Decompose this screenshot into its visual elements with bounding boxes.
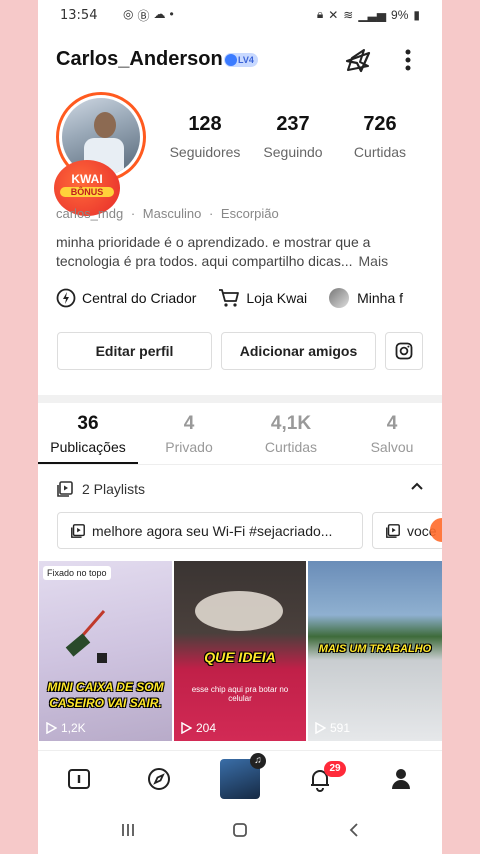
- level-badge[interactable]: LV4: [224, 53, 258, 67]
- playlist-icon: [386, 523, 400, 538]
- notification-count-badge: 29: [324, 761, 346, 777]
- post-views: 204: [180, 721, 216, 735]
- tab-private[interactable]: 4 Privado: [139, 413, 239, 455]
- shortcut-label: Loja Kwai: [246, 290, 308, 306]
- status-time: 13:54: [60, 8, 98, 23]
- tab-count: 4,1K: [270, 413, 312, 434]
- status-notification-icons: ◎ Ⓑ ☁ •: [123, 7, 174, 24]
- cloud-icon: ☁: [153, 7, 166, 21]
- stat-followers[interactable]: 128 Seguidores: [165, 113, 245, 160]
- shortcut-label: Minha f: [357, 290, 404, 306]
- stat-value: 237: [276, 113, 310, 135]
- cart-icon: [219, 289, 240, 307]
- tab-separator: [38, 464, 442, 465]
- tab-label: Curtidas: [264, 439, 318, 455]
- post-tile[interactable]: MAIS UM TRABALHO 591: [308, 561, 442, 741]
- stat-likes[interactable]: 726 Curtidas: [340, 113, 420, 160]
- playlist-chip-label: melhore agora seu Wi-Fi #sejacriado...: [92, 522, 333, 539]
- tab-count: 36: [77, 413, 99, 434]
- pinned-label: Fixado no topo: [43, 566, 111, 580]
- status-bar: 13:54 ◎ Ⓑ ☁ • 🔒︎ ✕ ≋ ▁▃▅ 9% ▮: [38, 0, 442, 30]
- more-options-icon[interactable]: [398, 44, 418, 76]
- post-caption: QUE IDEIA: [204, 649, 276, 665]
- dot-icon: •: [169, 7, 174, 21]
- chevron-up-icon[interactable]: [408, 478, 426, 496]
- bottom-navigation: ♫ 29: [38, 750, 442, 810]
- signal-icon: ▁▃▅: [358, 7, 387, 22]
- post-tile[interactable]: Fixado no topo MINI CAIXA DE SOM CASEIRO…: [39, 561, 172, 741]
- tab-label: Publicações: [50, 439, 126, 455]
- back-icon[interactable]: [346, 822, 362, 843]
- post-caption: MAIS UM TRABALHO: [318, 643, 432, 655]
- kwai-badge-line2: BÔNUS: [60, 187, 114, 197]
- profile-handle: carlos_mdg: [56, 206, 124, 221]
- section-divider: [38, 395, 442, 403]
- playlist-icon: [71, 523, 85, 538]
- phone-screen: 13:54 ◎ Ⓑ ☁ • 🔒︎ ✕ ≋ ▁▃▅ 9% ▮ Carlos_And…: [38, 0, 442, 854]
- profile-meta: carlos_mdg · Masculino · Escorpião: [56, 206, 279, 221]
- stat-label: Seguidores: [169, 144, 241, 160]
- system-navigation-bar: [38, 810, 442, 854]
- play-icon: [46, 722, 57, 734]
- post-subtext: esse chip aqui pra botar no celular: [191, 685, 289, 703]
- tab-likes[interactable]: 4,1K Curtidas: [241, 413, 341, 455]
- edit-profile-button[interactable]: Editar perfil: [57, 332, 212, 370]
- stat-value: 726: [363, 113, 397, 135]
- post-tile[interactable]: QUE IDEIA esse chip aqui pra botar no ce…: [174, 561, 306, 741]
- profile-sign: Escorpião: [220, 206, 279, 221]
- mute-icon: ✕: [328, 7, 339, 22]
- post-caption: MINI CAIXA DE SOM CASEIRO VAI SAIR.: [47, 680, 164, 710]
- playlists-label: 2 Playlists: [82, 481, 146, 497]
- battery-icon: ▮: [413, 7, 420, 22]
- profile-user-icon[interactable]: [387, 765, 415, 793]
- post-views: 1,2K: [45, 721, 86, 735]
- whatsapp-icon: ◎: [123, 7, 134, 21]
- shortcut-label: Central do Criador: [82, 290, 197, 306]
- playlist-icon: [57, 481, 73, 497]
- status-system-icons: 🔒︎ ✕ ≋ ▁▃▅ 9% ▮: [317, 7, 420, 22]
- tab-publications[interactable]: 36 Publicações: [38, 413, 138, 455]
- instagram-button[interactable]: [385, 332, 423, 370]
- bio-text: minha prioridade é o aprendizado. e most…: [56, 234, 371, 269]
- shortcut-mine[interactable]: Minha f: [329, 288, 403, 308]
- instagram-icon: [395, 342, 413, 360]
- mini-avatar-icon: [329, 288, 350, 308]
- wifi-icon: ≋: [343, 7, 354, 22]
- stat-following[interactable]: 237 Seguindo: [253, 113, 333, 160]
- stat-label: Seguindo: [263, 144, 323, 160]
- bio-more-link[interactable]: Mais: [359, 253, 389, 269]
- stat-value: 128: [188, 113, 222, 135]
- tab-label: Privado: [165, 439, 213, 455]
- tab-label: Salvou: [370, 439, 414, 455]
- music-note-icon: ♫: [250, 753, 266, 769]
- profile-gender: Masculino: [142, 206, 202, 221]
- share-icon[interactable]: [342, 44, 374, 76]
- add-friends-button[interactable]: Adicionar amigos: [221, 332, 376, 370]
- shortcut-row: Central do Criador Loja Kwai Minha f: [56, 288, 425, 308]
- shortcut-creator-center[interactable]: Central do Criador: [56, 288, 196, 308]
- lock-icon: 🔒︎: [316, 7, 324, 21]
- recent-apps-icon[interactable]: [120, 822, 136, 843]
- post-views: 591: [314, 721, 350, 735]
- bolt-circle-icon: [56, 288, 76, 308]
- shortcut-kwai-shop[interactable]: Loja Kwai: [218, 288, 307, 308]
- battery-text: 9%: [391, 7, 409, 22]
- playlist-chip[interactable]: melhore agora seu Wi-Fi #sejacriado...: [57, 512, 363, 549]
- stat-label: Curtidas: [353, 144, 407, 160]
- create-video-button[interactable]: ♫: [220, 753, 266, 799]
- tab-count: 4: [183, 413, 195, 434]
- play-icon: [181, 722, 192, 734]
- profile-bio: minha prioridade é o aprendizado. e most…: [56, 233, 426, 271]
- b-icon: Ⓑ: [137, 9, 150, 23]
- play-icon: [315, 722, 326, 734]
- kwai-badge-line1: KWAI: [71, 172, 103, 186]
- home-icon[interactable]: [65, 765, 93, 793]
- discover-compass-icon[interactable]: [145, 765, 173, 793]
- home-button-icon[interactable]: [232, 822, 248, 843]
- tab-count: 4: [386, 413, 398, 434]
- playlists-header[interactable]: 2 Playlists: [56, 480, 145, 498]
- tab-saved[interactable]: 4 Salvou: [342, 413, 442, 455]
- profile-username: Carlos_Anderson: [56, 48, 223, 70]
